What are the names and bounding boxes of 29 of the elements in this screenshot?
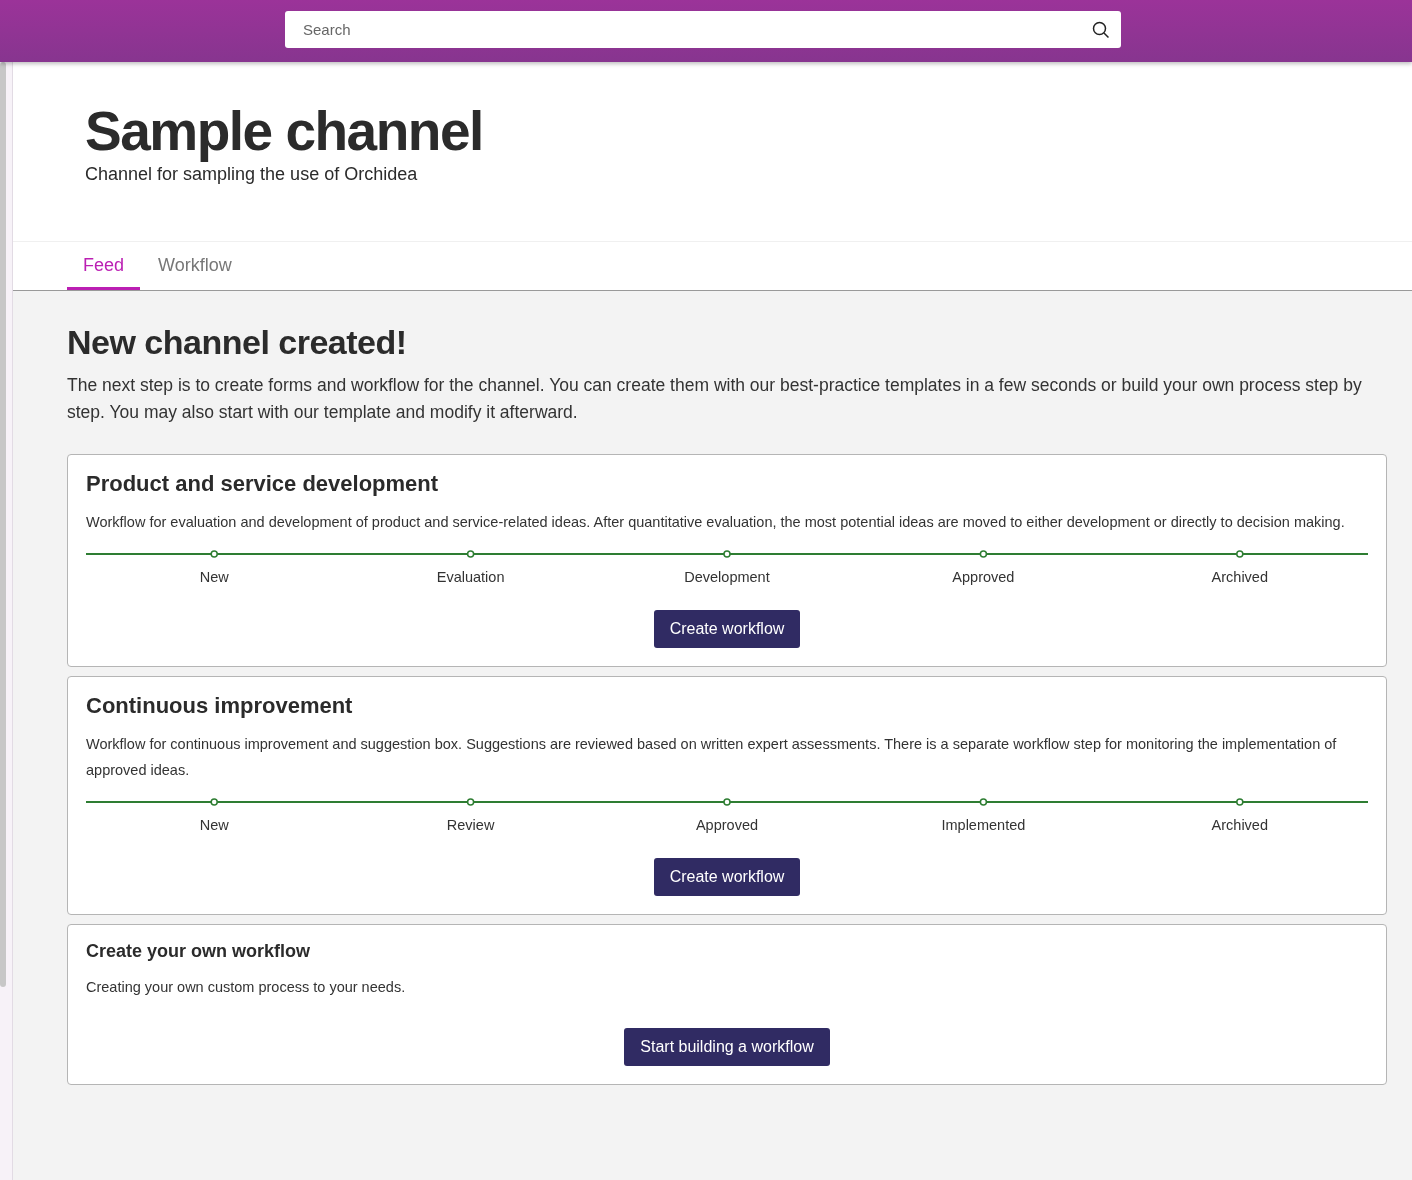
- create-button[interactable]: Create workflow: [653, 858, 801, 896]
- search-icon[interactable]: [1092, 21, 1110, 39]
- search-field[interactable]: Search: [285, 11, 1121, 48]
- step-label: Development: [684, 569, 770, 585]
- step-label: Archived: [1211, 817, 1268, 833]
- intro-text: The next step is to create forms and workflow for the channel. You can create them with our best-practice templates in a few seconds or build your own process step by step. You may also start with our template and modify it afterward.: [67, 374, 1363, 424]
- card-title: Continuous improvement: [86, 693, 354, 719]
- step-label: New: [199, 569, 229, 585]
- create-button[interactable]: Create workflow: [653, 610, 801, 648]
- card-description: Workflow for continuous improvement and suggestion box. Suggestions are reviewed based on written expert assessments. There is a separate workflow step for monitoring the implementation of approved ideas.: [86, 735, 1338, 780]
- tab[interactable]: Feed: [67, 242, 141, 290]
- card-title: Create your own workflow: [86, 941, 312, 962]
- step-label: New: [199, 817, 229, 833]
- step-label: Evaluation: [436, 569, 505, 585]
- step-label: Review: [446, 817, 495, 833]
- page-heading: New channel created!: [67, 323, 408, 362]
- card-description: Workflow for evaluation and development of product and service-related ideas. After quantitative evaluation, the most potential ideas are moved to either development or directly to decision making.: [86, 513, 1346, 532]
- step-label: Implemented: [941, 817, 1026, 833]
- step-label: Archived: [1211, 569, 1268, 585]
- step-label: Approved: [952, 569, 1015, 585]
- scrollbar[interactable]: [0, 62, 13, 1180]
- card-title: Product and service development: [86, 471, 440, 497]
- card-description: Creating your own custom process to your needs.: [86, 978, 407, 997]
- channel-title: Sample channel: [85, 100, 484, 162]
- channel-subtitle: Channel for sampling the use of Orchidea: [85, 164, 419, 185]
- step-label: Approved: [695, 817, 759, 833]
- scrollbar-thumb[interactable]: [0, 62, 6, 987]
- tab[interactable]: Workflow: [142, 242, 248, 290]
- create-button[interactable]: Start building a workflow: [624, 1028, 830, 1066]
